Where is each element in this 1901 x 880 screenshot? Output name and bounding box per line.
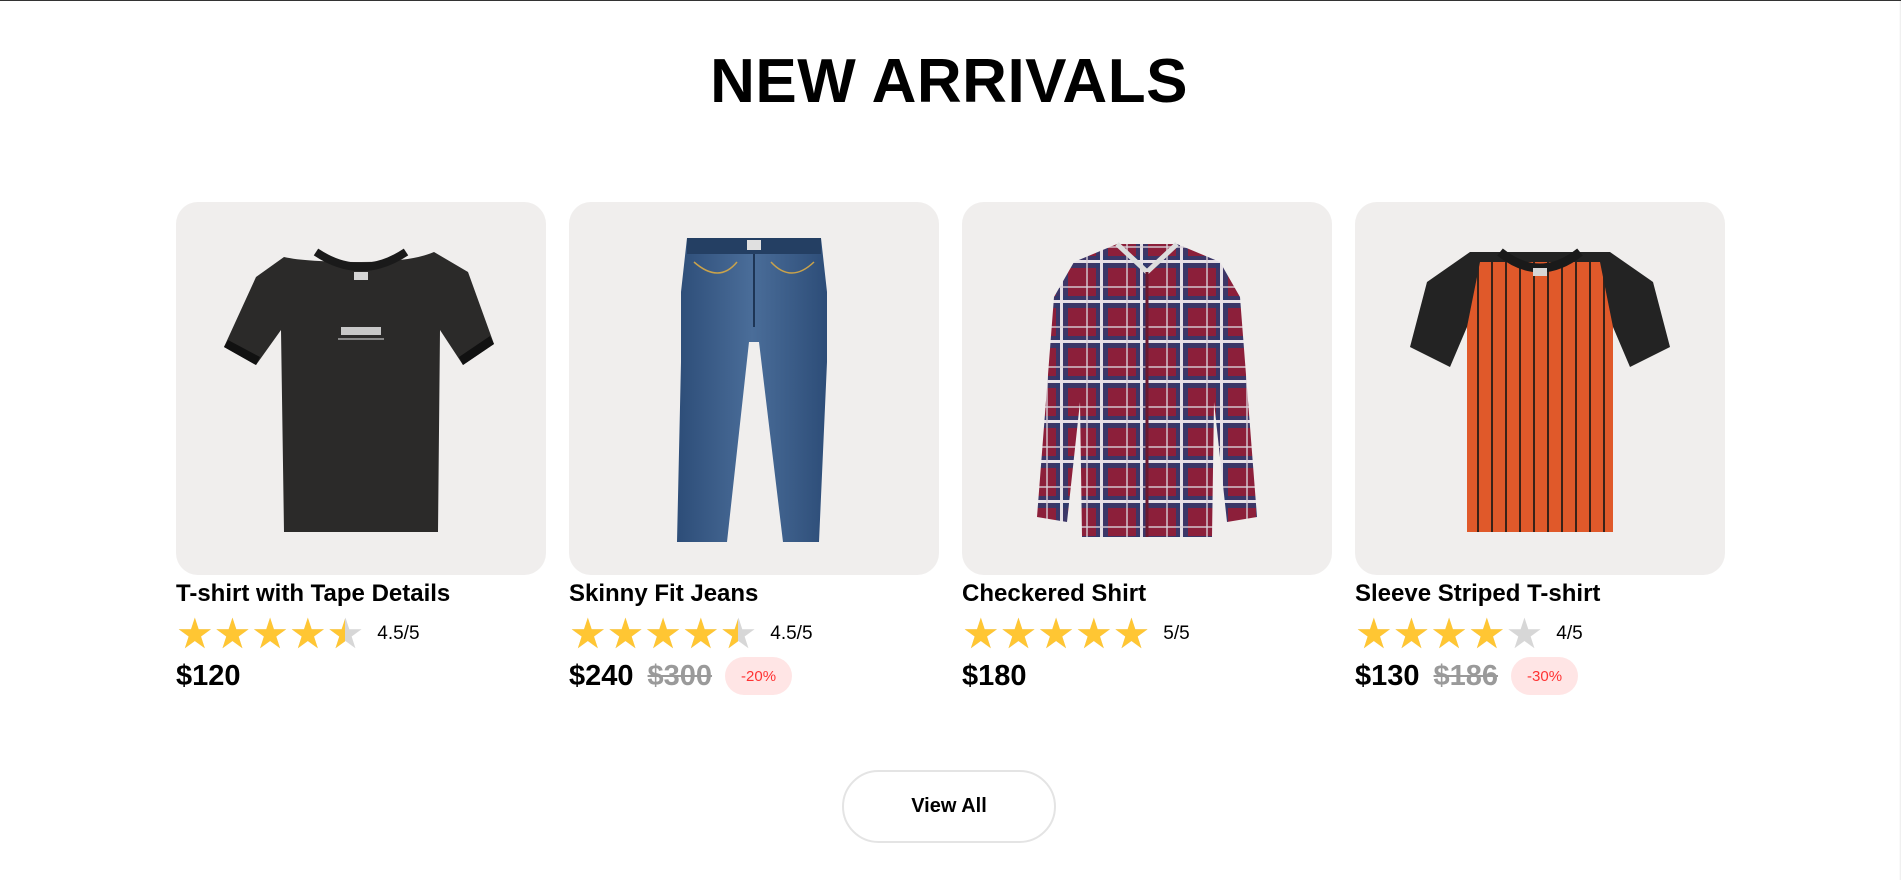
discount-badge: -30% xyxy=(1511,657,1579,695)
black-tshirt-image xyxy=(224,248,494,532)
rating-stars: ★★★★★★★★★★ xyxy=(569,610,758,657)
product-rating: ★★★★★★★★★★ 4.5/5 xyxy=(176,610,546,657)
rating-text: 4.5/5 xyxy=(377,623,420,644)
price-row: $130 $186 -30% xyxy=(1355,656,1725,696)
top-divider xyxy=(0,0,1901,1)
product-card[interactable]: Checkered Shirt ★★★★★ ★★★★★ 5/5 $180 xyxy=(962,202,1332,696)
product-grid: T-shirt with Tape Details ★★★★★★★★★★ 4.5… xyxy=(176,202,1725,696)
rating-text: 4/5 xyxy=(1556,623,1583,644)
rating-stars: ★★★★★★★★★★ xyxy=(176,610,365,657)
product-image[interactable] xyxy=(569,202,939,575)
section-title: NEW ARRIVALS xyxy=(710,47,1188,116)
new-arrivals-page: NEW ARRIVALS T-shirt with Tape Details ★… xyxy=(0,0,1901,880)
rating-stars: ★★★★★★★★★★ xyxy=(962,610,1151,657)
original-price: $300 xyxy=(647,659,713,692)
discount-badge: -20% xyxy=(725,657,793,695)
checkered-shirt-image xyxy=(1037,242,1257,537)
product-name[interactable]: T-shirt with Tape Details xyxy=(176,580,546,608)
product-image[interactable] xyxy=(962,202,1332,575)
rating-text: 5/5 xyxy=(1163,623,1190,644)
product-rating: ★★★★★★★★★★ 4/5 xyxy=(1355,610,1725,657)
product-name[interactable]: Checkered Shirt xyxy=(962,580,1332,608)
product-name[interactable]: Skinny Fit Jeans xyxy=(569,580,939,608)
price-row: $180 xyxy=(962,656,1332,696)
current-price: $180 xyxy=(962,659,1027,692)
product-image[interactable] xyxy=(176,202,546,575)
product-name[interactable]: Sleeve Striped T-shirt xyxy=(1355,580,1725,608)
current-price: $240 xyxy=(569,659,634,692)
product-rating: ★★★★★★★★★★ 4.5/5 xyxy=(569,610,939,657)
striped-tshirt-image xyxy=(1410,248,1670,532)
view-all-button[interactable]: View All xyxy=(842,770,1056,843)
product-image[interactable] xyxy=(1355,202,1725,575)
rating-stars: ★★★★★★★★★★ xyxy=(1355,610,1544,657)
blue-jeans-image xyxy=(677,238,827,542)
product-card[interactable]: Skinny Fit Jeans ★★★★★★★★★★ 4.5/5 $240 $… xyxy=(569,202,939,696)
price-row: $120 xyxy=(176,656,546,696)
current-price: $130 xyxy=(1355,659,1420,692)
price-row: $240 $300 -20% xyxy=(569,656,939,696)
current-price: $120 xyxy=(176,659,241,692)
product-card[interactable]: T-shirt with Tape Details ★★★★★★★★★★ 4.5… xyxy=(176,202,546,696)
original-price: $186 xyxy=(1433,659,1499,692)
rating-text: 4.5/5 xyxy=(770,623,813,644)
product-rating: ★★★★★ ★★★★★ 5/5 xyxy=(962,610,1332,657)
product-card[interactable]: Sleeve Striped T-shirt ★★★★★★★★★★ 4/5 $1… xyxy=(1355,202,1725,696)
